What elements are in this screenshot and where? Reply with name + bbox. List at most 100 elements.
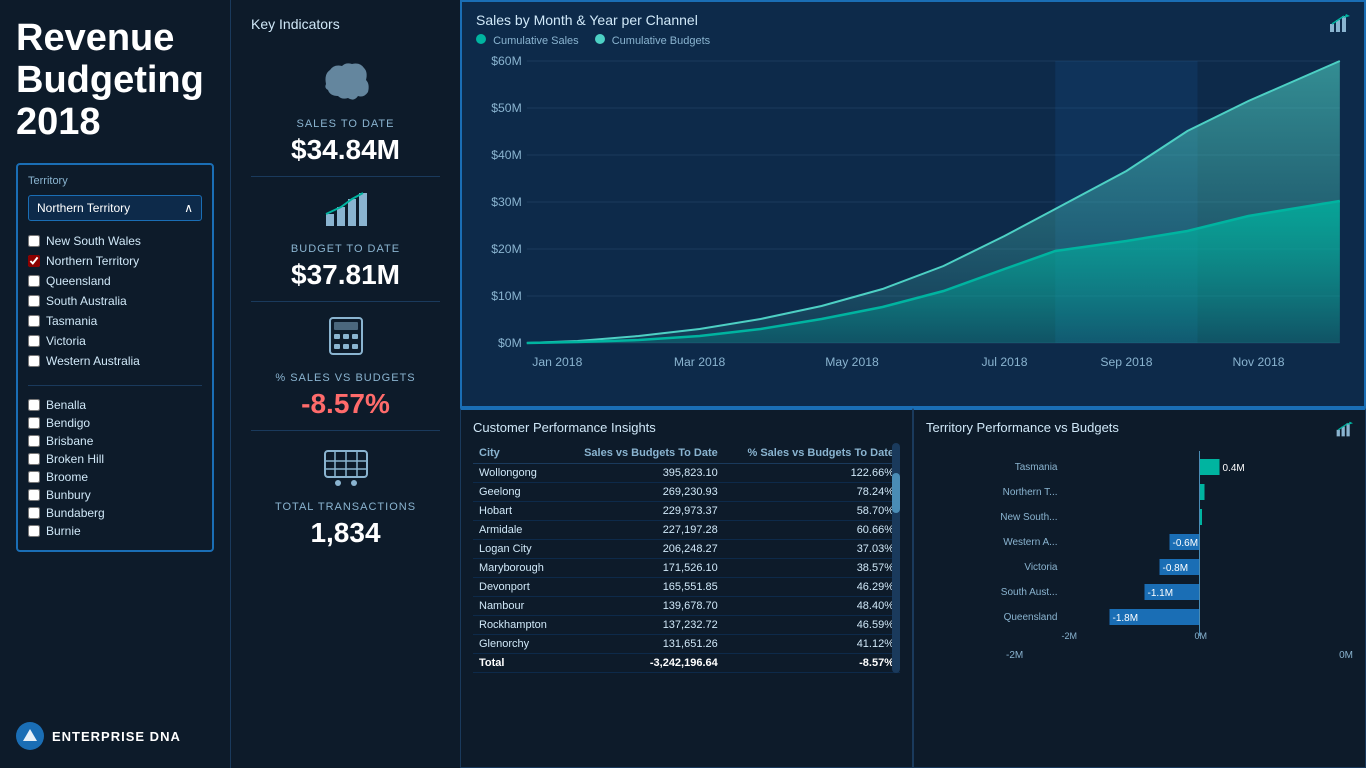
cell-pct: 122.66% <box>724 464 900 483</box>
territory-checkbox-sa[interactable] <box>28 295 40 307</box>
territory-item-wa[interactable]: Western Australia <box>28 351 202 371</box>
x-min: -2M <box>1006 650 1023 661</box>
city-brisbane[interactable]: Brisbane <box>28 432 202 450</box>
sales-line-chart: $60M $50M $40M $30M $20M $10M $0M <box>476 51 1350 391</box>
svg-text:$50M: $50M <box>491 101 521 115</box>
svg-text:0.4M: 0.4M <box>1223 463 1245 474</box>
kpi-tx-value: 1,834 <box>251 517 440 549</box>
table-row: Maryborough 171,526.10 38.57% <box>473 559 900 578</box>
cell-city: Devonport <box>473 578 562 597</box>
city-bendigo[interactable]: Bendigo <box>28 414 202 432</box>
cell-pct: 58.70% <box>724 502 900 521</box>
territory-item-sa[interactable]: South Australia <box>28 291 202 311</box>
territory-section-label: Territory <box>28 175 202 187</box>
territory-item-nt[interactable]: Northern Territory <box>28 251 202 271</box>
cell-city: Hobart <box>473 502 562 521</box>
sales-chart-panel: Sales by Month & Year per Channel Cumula… <box>460 0 1366 408</box>
svg-text:Western A...: Western A... <box>1003 537 1057 548</box>
city-bundaberg[interactable]: Bundaberg <box>28 504 202 522</box>
logo-name: ENTERPRISE DNA <box>52 729 181 744</box>
territory-item-tas[interactable]: Tasmania <box>28 311 202 331</box>
cell-pct: 46.29% <box>724 578 900 597</box>
cell-pct: 60.66% <box>724 521 900 540</box>
table-row: Rockhampton 137,232.72 46.59% <box>473 616 900 635</box>
kpi-pct-sales: % SALES VS BUDGETS -8.57% <box>251 302 440 431</box>
territory-item-nsw[interactable]: New South Wales <box>28 231 202 251</box>
cell-city: Rockhampton <box>473 616 562 635</box>
territory-checkbox-nt[interactable] <box>28 255 40 267</box>
cell-pct: 78.24% <box>724 483 900 502</box>
kpi-sales-label: SALES TO DATE <box>251 118 440 130</box>
territory-list: New South Wales Northern Territory Queen… <box>28 231 202 371</box>
cell-city: Armidale <box>473 521 562 540</box>
customer-table-wrap[interactable]: City Sales vs Budgets To Date % Sales vs… <box>473 443 900 673</box>
cell-pct: 41.12% <box>724 635 900 654</box>
cell-sales: 171,526.10 <box>562 559 724 578</box>
right-panel: Sales by Month & Year per Channel Cumula… <box>460 0 1366 768</box>
legend-cumulative-budgets: Cumulative Budgets <box>595 34 711 47</box>
svg-text:Jan 2018: Jan 2018 <box>532 355 582 369</box>
territory-item-vic[interactable]: Victoria <box>28 331 202 351</box>
territory-checkbox-wa[interactable] <box>28 355 40 367</box>
kpi-tx-label: TOTAL TRANSACTIONS <box>251 501 440 513</box>
cell-city: Geelong <box>473 483 562 502</box>
svg-text:New South...: New South... <box>1000 512 1057 523</box>
city-benalla[interactable]: Benalla <box>28 396 202 414</box>
territory-checkbox-vic[interactable] <box>28 335 40 347</box>
svg-text:Nov 2018: Nov 2018 <box>1232 355 1284 369</box>
cell-city: Glenorchy <box>473 635 562 654</box>
cell-sales: 229,973.37 <box>562 502 724 521</box>
cell-pct: 38.57% <box>724 559 900 578</box>
cell-city: Nambour <box>473 597 562 616</box>
svg-text:Jul 2018: Jul 2018 <box>981 355 1027 369</box>
city-broken-hill[interactable]: Broken Hill <box>28 450 202 468</box>
key-indicators-title: Key Indicators <box>251 16 440 32</box>
city-broome[interactable]: Broome <box>28 468 202 486</box>
sales-chart-title: Sales by Month & Year per Channel <box>476 12 1350 28</box>
svg-text:-2M: -2M <box>1062 631 1078 641</box>
svg-text:$0M: $0M <box>498 336 522 350</box>
cell-city: Maryborough <box>473 559 562 578</box>
key-indicators-panel: Key Indicators SALES TO DATE $34.84M <box>230 0 460 768</box>
table-row: Geelong 269,230.93 78.24% <box>473 483 900 502</box>
col-pct: % Sales vs Budgets To Date <box>724 443 900 464</box>
calculator-icon <box>251 314 440 368</box>
territory-checkbox-nsw[interactable] <box>28 235 40 247</box>
logo-area: ENTERPRISE DNA <box>16 722 214 750</box>
cell-sales: 269,230.93 <box>562 483 724 502</box>
total-pct: -8.57% <box>724 654 900 673</box>
city-bunbury[interactable]: Bunbury <box>28 486 202 504</box>
col-city: City <box>473 443 562 464</box>
territory-checkbox-tas[interactable] <box>28 315 40 327</box>
territory-bar-chart: Tasmania0.4MNorthern T...New South...Wes… <box>926 451 1353 646</box>
territory-x-axis: -2M 0M <box>926 650 1353 661</box>
total-label: Total <box>473 654 562 673</box>
svg-text:$10M: $10M <box>491 289 521 303</box>
territory-checkbox-qld[interactable] <box>28 275 40 287</box>
territory-performance-panel: Territory Performance vs Budgets Tasmani… <box>913 408 1366 768</box>
city-burnie[interactable]: Burnie <box>28 522 202 540</box>
cell-city: Logan City <box>473 540 562 559</box>
table-row: Logan City 206,248.27 37.03% <box>473 540 900 559</box>
total-sales: -3,242,196.64 <box>562 654 724 673</box>
legend-cumulative-sales: Cumulative Sales <box>476 34 579 47</box>
svg-text:$60M: $60M <box>491 54 521 68</box>
table-row: Nambour 139,678.70 48.40% <box>473 597 900 616</box>
city-list: Benalla Bendigo Brisbane Broken Hill Bro… <box>28 385 202 540</box>
svg-text:Northern T...: Northern T... <box>1003 487 1058 498</box>
bottom-panels: Customer Performance Insights City Sales… <box>460 408 1366 768</box>
table-row: Hobart 229,973.37 58.70% <box>473 502 900 521</box>
scrollbar[interactable] <box>892 443 900 673</box>
territory-svg: Tasmania0.4MNorthern T...New South...Wes… <box>926 451 1353 641</box>
customer-panel-title: Customer Performance Insights <box>473 420 900 435</box>
svg-text:-1.1M: -1.1M <box>1148 588 1174 599</box>
territory-item-qld[interactable]: Queensland <box>28 271 202 291</box>
legend-dot-budgets <box>595 34 605 44</box>
kpi-pct-value: -8.57% <box>251 388 440 420</box>
scrollbar-thumb[interactable] <box>892 473 900 513</box>
svg-text:Mar 2018: Mar 2018 <box>674 355 726 369</box>
svg-text:0M: 0M <box>1195 631 1208 641</box>
table-row: Glenorchy 131,651.26 41.12% <box>473 635 900 654</box>
territory-panel-title: Territory Performance vs Budgets <box>926 420 1119 435</box>
territory-dropdown[interactable]: Northern Territory ∧ <box>28 195 202 221</box>
